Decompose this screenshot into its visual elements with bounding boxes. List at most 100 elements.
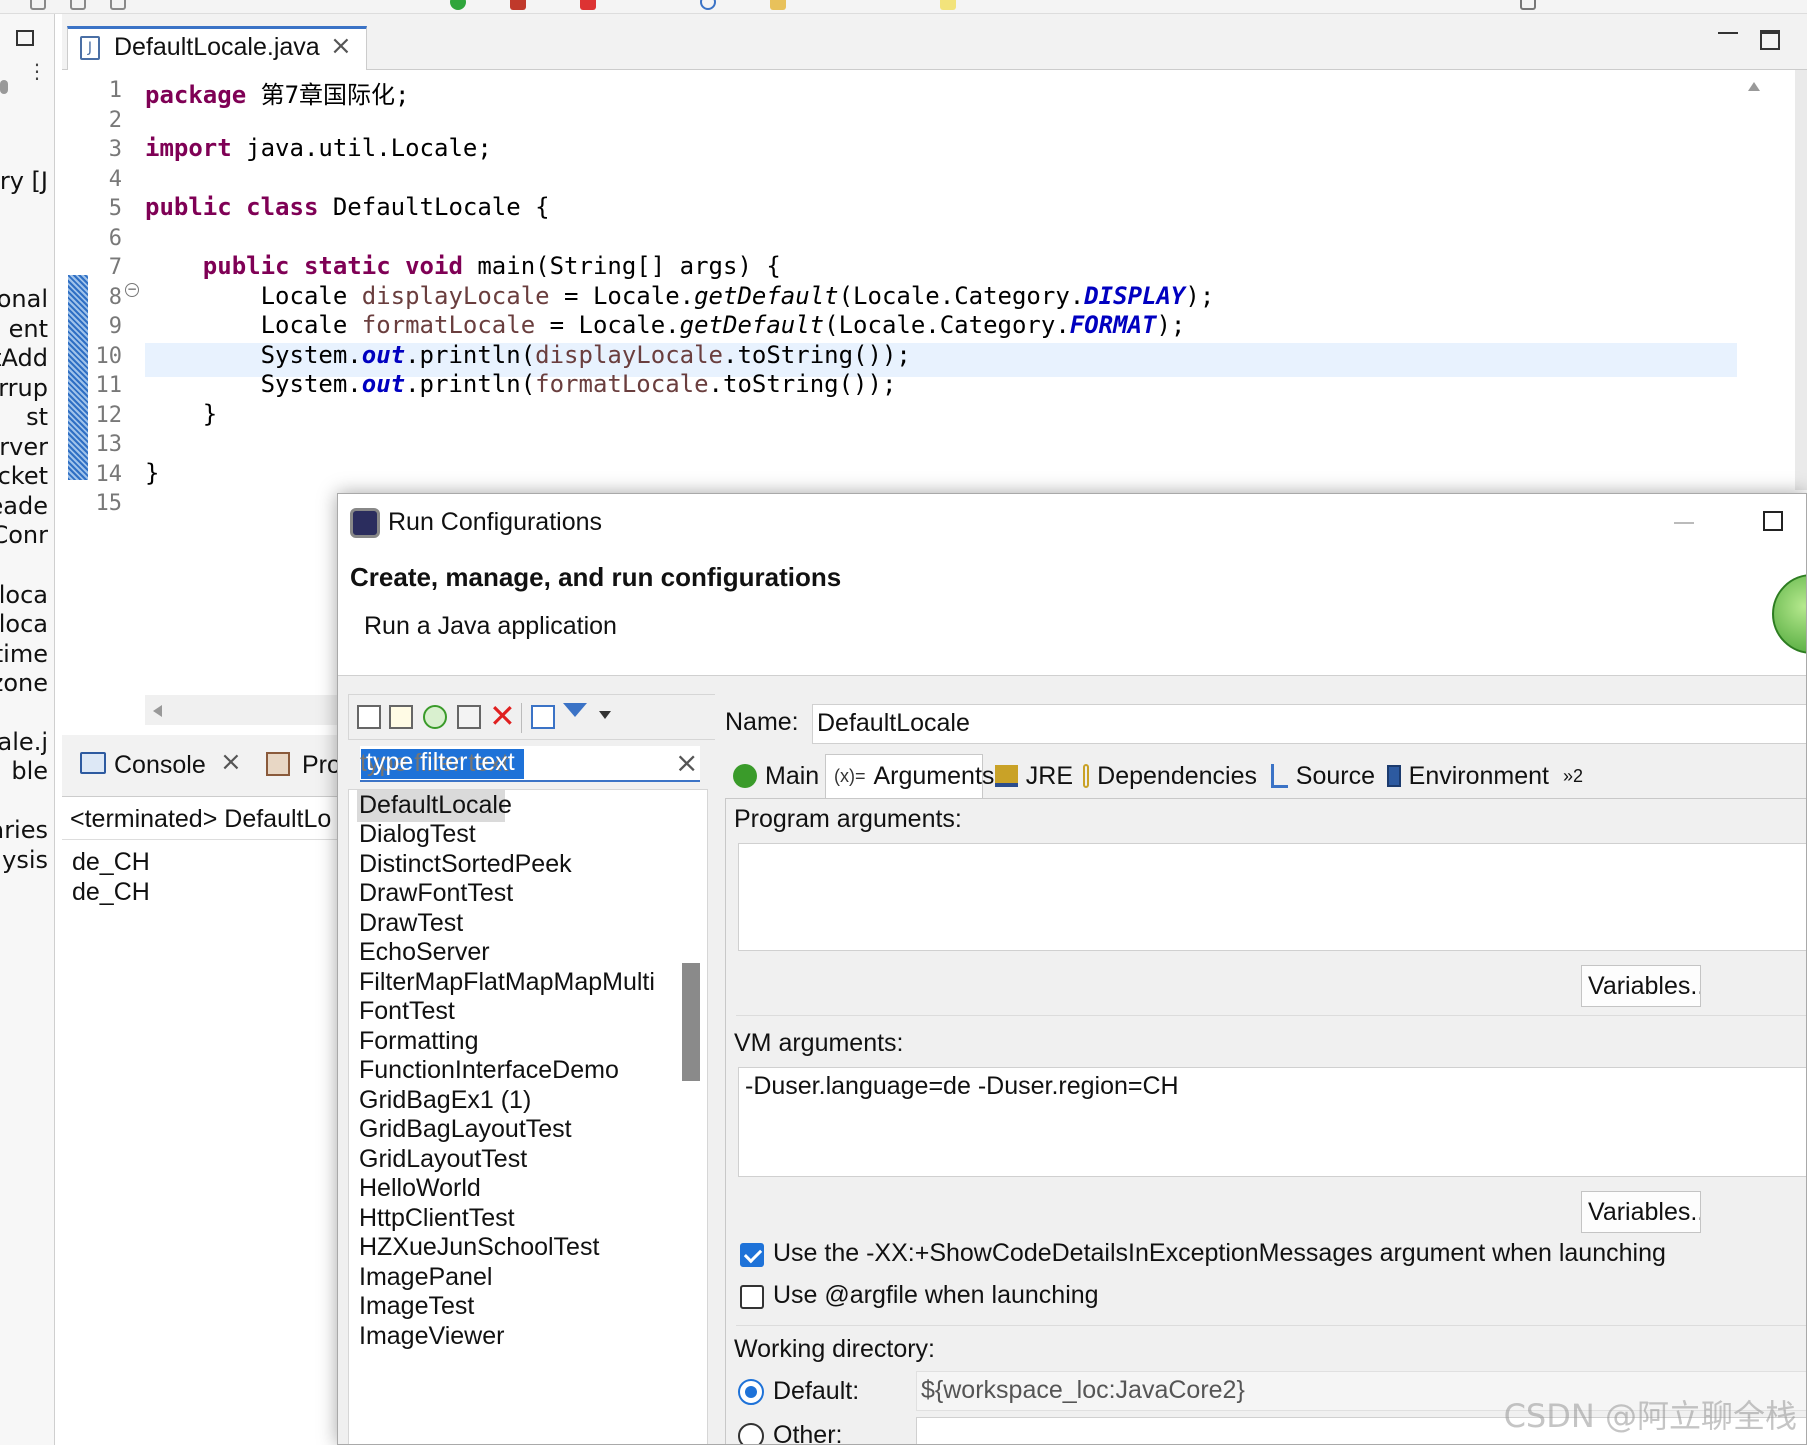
list-item[interactable]: FilterMapFlatMapMapMulti bbox=[359, 968, 655, 997]
list-item[interactable]: HelloWorld bbox=[359, 1174, 481, 1203]
explorer-item[interactable]: aries bbox=[0, 816, 48, 844]
list-item[interactable]: HttpClientTest bbox=[359, 1204, 515, 1233]
show-code-details-checkbox[interactable] bbox=[740, 1243, 764, 1267]
duplicate-icon[interactable] bbox=[457, 705, 481, 729]
list-item[interactable]: DrawTest bbox=[359, 909, 463, 938]
code-line[interactable]: } bbox=[145, 400, 217, 428]
list-scrollbar[interactable] bbox=[682, 963, 700, 1081]
list-item[interactable]: GridBagEx1 (1) bbox=[359, 1086, 531, 1115]
highlight-icon[interactable] bbox=[940, 0, 956, 10]
view-menu-icon[interactable]: ⋮ bbox=[27, 61, 47, 81]
explorer-item[interactable]: reade bbox=[0, 492, 48, 520]
problems-tab-label[interactable]: Pro bbox=[302, 751, 341, 780]
explorer-item[interactable]: ble bbox=[11, 757, 48, 785]
code-line[interactable]: import java.util.Locale; bbox=[145, 134, 492, 162]
explorer-item[interactable]: ary [J bbox=[0, 167, 48, 195]
list-item[interactable]: DialogTest bbox=[359, 820, 476, 849]
list-item[interactable]: ImagePanel bbox=[359, 1263, 492, 1292]
explorer-item[interactable]: cket bbox=[0, 462, 48, 490]
tab-jre[interactable]: JRE bbox=[987, 754, 1073, 798]
code-line[interactable]: public static void main(String[] args) { bbox=[145, 252, 781, 280]
tab-arguments[interactable]: (x)= Arguments bbox=[825, 754, 994, 798]
code-line[interactable]: Locale formatLocale = Locale.getDefault(… bbox=[145, 311, 1186, 339]
code-line[interactable]: System.out.println(displayLocale.toStrin… bbox=[145, 341, 911, 369]
save-icon[interactable] bbox=[110, 0, 126, 10]
minimize-icon[interactable] bbox=[1718, 22, 1738, 34]
new-prototype-icon[interactable] bbox=[389, 705, 413, 729]
fold-icon[interactable]: − bbox=[125, 283, 139, 297]
tab-dependencies[interactable]: Dependencies bbox=[1075, 754, 1257, 798]
program-variables-button[interactable]: Variables... bbox=[1581, 965, 1701, 1007]
explorer-item[interactable]: onal bbox=[0, 285, 48, 313]
list-item[interactable]: DistinctSortedPeek bbox=[359, 850, 572, 879]
list-item[interactable]: GridBagLayoutTest bbox=[359, 1115, 572, 1144]
code-line[interactable]: } bbox=[145, 459, 159, 487]
list-item[interactable]: FontTest bbox=[359, 997, 455, 1026]
explorer-item[interactable]: .zone bbox=[0, 669, 48, 697]
explorer-item[interactable]: lysis bbox=[0, 846, 48, 874]
horizontal-scrollbar[interactable] bbox=[145, 695, 345, 725]
console-tab-label[interactable]: Console bbox=[114, 751, 206, 780]
maximize-icon[interactable] bbox=[1763, 511, 1783, 531]
new-icon[interactable] bbox=[70, 0, 86, 10]
explorer-item[interactable]: .loca bbox=[0, 610, 48, 638]
editor-tab[interactable]: J DefaultLocale.java × bbox=[67, 26, 367, 70]
export-config-icon[interactable] bbox=[423, 705, 447, 729]
program-args-field[interactable] bbox=[738, 843, 1806, 951]
list-item[interactable]: HZXueJunSchoolTest bbox=[359, 1233, 599, 1262]
delete-icon[interactable]: ✕ bbox=[489, 697, 516, 735]
tab-main[interactable]: Main bbox=[725, 754, 825, 798]
refresh-icon[interactable] bbox=[700, 0, 716, 10]
code-line[interactable]: package 第7章国际化; bbox=[145, 75, 410, 110]
vm-args-field[interactable]: -Duser.language=de -Duser.region=CH bbox=[738, 1067, 1806, 1177]
sash-handle[interactable] bbox=[0, 80, 8, 94]
code-line[interactable]: public class DefaultLocale { bbox=[145, 193, 550, 221]
close-icon[interactable]: × bbox=[220, 747, 242, 777]
name-field[interactable]: DefaultLocale bbox=[812, 704, 1806, 744]
search-icon[interactable] bbox=[30, 0, 46, 10]
tab-overflow[interactable]: »2 bbox=[1555, 754, 1595, 798]
other-dir-radio[interactable] bbox=[738, 1423, 764, 1444]
stop-icon[interactable] bbox=[510, 0, 526, 10]
scroll-up-icon[interactable] bbox=[1748, 82, 1760, 91]
explorer-item[interactable]: ent bbox=[9, 315, 48, 343]
minimize-view-icon[interactable] bbox=[16, 30, 34, 46]
explorer-item[interactable]: errup bbox=[0, 374, 48, 402]
default-dir-radio[interactable] bbox=[738, 1379, 764, 1405]
explorer-item[interactable]: Conr bbox=[0, 521, 48, 549]
config-list[interactable]: DefaultLocale DialogTest DistinctSortedP… bbox=[348, 789, 708, 1444]
clear-icon[interactable]: × bbox=[675, 746, 698, 779]
explorer-item[interactable]: .loca bbox=[0, 581, 48, 609]
collapse-all-icon[interactable] bbox=[531, 705, 555, 729]
list-item[interactable]: ImageViewer bbox=[359, 1322, 504, 1351]
explorer-item[interactable]: st bbox=[26, 403, 48, 431]
minimize-icon[interactable] bbox=[1674, 522, 1694, 524]
code-line[interactable]: System.out.println(formatLocale.toString… bbox=[145, 370, 897, 398]
list-item[interactable]: Formatting bbox=[359, 1027, 478, 1056]
vm-variables-button[interactable]: Variables... bbox=[1581, 1191, 1701, 1233]
filter-icon[interactable] bbox=[563, 703, 587, 717]
argfile-checkbox[interactable] bbox=[740, 1285, 764, 1309]
close-icon[interactable]: × bbox=[330, 31, 352, 61]
new-config-icon[interactable] bbox=[357, 705, 381, 729]
list-item[interactable]: GridLayoutTest bbox=[359, 1145, 527, 1174]
tab-environment[interactable]: Environment bbox=[1379, 754, 1549, 798]
run-icon[interactable] bbox=[450, 0, 466, 10]
maximize-icon[interactable] bbox=[1760, 30, 1780, 50]
scroll-left-icon[interactable] bbox=[153, 705, 162, 717]
list-item[interactable]: EchoServer bbox=[359, 938, 490, 967]
code-line[interactable]: Locale displayLocale = Locale.getDefault… bbox=[145, 282, 1215, 310]
explorer-item[interactable]: etAdd bbox=[0, 344, 48, 372]
folder-icon[interactable] bbox=[770, 0, 786, 10]
perspective-icon[interactable] bbox=[1520, 0, 1536, 10]
explorer-item[interactable]: rver bbox=[0, 433, 48, 461]
list-item[interactable]: DefaultLocale bbox=[359, 791, 512, 820]
debug-icon[interactable] bbox=[580, 0, 596, 10]
list-item[interactable]: DrawFontTest bbox=[359, 879, 513, 908]
vertical-scrollbar[interactable] bbox=[1795, 70, 1807, 490]
list-item[interactable]: ImageTest bbox=[359, 1292, 474, 1321]
tab-source[interactable]: Source bbox=[1263, 754, 1375, 798]
explorer-item[interactable]: cale.j bbox=[0, 728, 48, 756]
list-item[interactable]: FunctionInterfaceDemo bbox=[359, 1056, 619, 1085]
explorer-item[interactable]: .time bbox=[0, 640, 48, 668]
